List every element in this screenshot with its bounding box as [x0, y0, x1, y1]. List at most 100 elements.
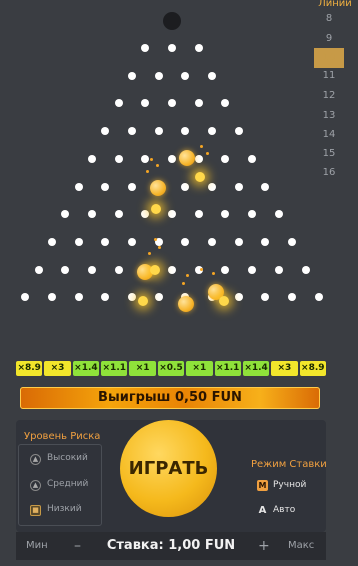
peg [208, 71, 217, 80]
lines-option[interactable]: 16 [314, 163, 344, 183]
max-bet-button[interactable]: Макс [288, 532, 314, 560]
peg [234, 237, 243, 246]
peg [87, 210, 96, 219]
spark [148, 252, 151, 255]
bet-mode-manual-label: Ручной [273, 480, 307, 490]
multiplier-row: ×8.9 ×3 ×1.4 ×1.1 ×1 ×0.5 ×1 ×1.1 ×1.4 ×… [16, 361, 326, 376]
peg [141, 154, 150, 163]
spark [200, 268, 203, 271]
multiplier-slot: ×3 [44, 361, 71, 376]
peg [314, 293, 323, 302]
peg [248, 210, 257, 219]
ball-drop-hole [163, 12, 181, 30]
flame-icon: ▲ [30, 480, 41, 491]
peg [101, 127, 110, 136]
risk-option-label: Средний [47, 479, 89, 489]
peg [248, 265, 257, 274]
peg [274, 265, 283, 274]
spark [156, 164, 159, 167]
risk-option-low[interactable]: ■ Низкий [30, 504, 82, 516]
lines-option-selected[interactable]: 10 [314, 48, 344, 68]
peg [221, 154, 230, 163]
peg [181, 182, 190, 191]
peg [127, 182, 136, 191]
peg [21, 293, 30, 302]
peg [221, 265, 230, 274]
peg [208, 127, 217, 136]
peg [168, 154, 176, 163]
lines-option[interactable]: 8 [314, 9, 344, 29]
multiplier-slot: ×1.1 [214, 361, 241, 376]
lines-option[interactable]: 14 [314, 125, 344, 145]
ball [179, 150, 195, 166]
peg [141, 210, 150, 219]
multiplier-slot: ×8.9 [16, 361, 43, 376]
peg [101, 293, 110, 302]
risk-level-title: Уровень Риска [24, 431, 101, 442]
peg [194, 99, 203, 108]
hit-peg-glow [195, 172, 205, 182]
peg [248, 154, 257, 163]
peg [194, 210, 203, 219]
peg [154, 293, 163, 302]
bet-bar: Мин – Ставка: 1,00 FUN + Макс [16, 532, 326, 560]
peg [127, 71, 136, 80]
lines-option[interactable]: 9 [314, 29, 344, 49]
bet-mode-manual[interactable]: M Ручной [257, 480, 306, 491]
peg [87, 154, 96, 163]
multiplier-slot: ×1.4 [242, 361, 270, 376]
spark [154, 238, 157, 241]
risk-option-high[interactable]: ▲ Высокий [30, 453, 88, 465]
peg [274, 210, 283, 219]
lines-option[interactable]: 13 [314, 106, 344, 126]
peg [74, 293, 83, 302]
lines-option[interactable]: 11 [314, 66, 344, 86]
lines-option[interactable]: 15 [314, 144, 344, 164]
increase-bet-button[interactable]: + [258, 532, 270, 560]
peg [168, 210, 176, 219]
hit-peg-glow [219, 296, 229, 306]
peg [181, 71, 190, 80]
multiplier-slot: ×1 [186, 361, 213, 376]
peg [74, 182, 83, 191]
spark [182, 282, 185, 285]
bet-amount: Ставка: 1,00 FUN [106, 538, 236, 553]
peg [154, 127, 163, 136]
spark [206, 152, 209, 155]
risk-option-medium[interactable]: ▲ Средний [30, 479, 88, 491]
peg [234, 293, 243, 302]
peg [234, 127, 243, 136]
peg [74, 237, 83, 246]
peg [101, 182, 110, 191]
peg [114, 99, 123, 108]
spark [186, 274, 189, 277]
bet-mode-auto[interactable]: A Авто [257, 505, 296, 516]
peg [101, 237, 110, 246]
decrease-bet-button[interactable]: – [74, 532, 81, 560]
peg [141, 44, 150, 52]
lines-option[interactable]: 12 [314, 86, 344, 106]
lines-title: Линии [318, 0, 352, 9]
min-bet-button[interactable]: Мин [26, 532, 48, 560]
risk-option-label: Низкий [47, 504, 82, 514]
multiplier-slot: ×3 [271, 361, 298, 376]
multiplier-slot: ×1 [129, 361, 156, 376]
peg [127, 127, 136, 136]
peg [154, 71, 163, 80]
peg [61, 265, 70, 274]
ball [178, 296, 194, 312]
peg [47, 237, 56, 246]
peg [234, 182, 243, 191]
spark [212, 272, 215, 275]
peg [127, 293, 136, 302]
play-button[interactable]: ИГРАТЬ [120, 420, 217, 517]
peg [221, 210, 230, 219]
peg [261, 237, 270, 246]
peg [61, 210, 70, 219]
peg [168, 99, 176, 108]
peg [301, 265, 310, 274]
hit-peg-glow [151, 204, 161, 214]
bet-mode-auto-label: Авто [273, 505, 296, 515]
peg [194, 44, 203, 52]
peg [34, 265, 43, 274]
